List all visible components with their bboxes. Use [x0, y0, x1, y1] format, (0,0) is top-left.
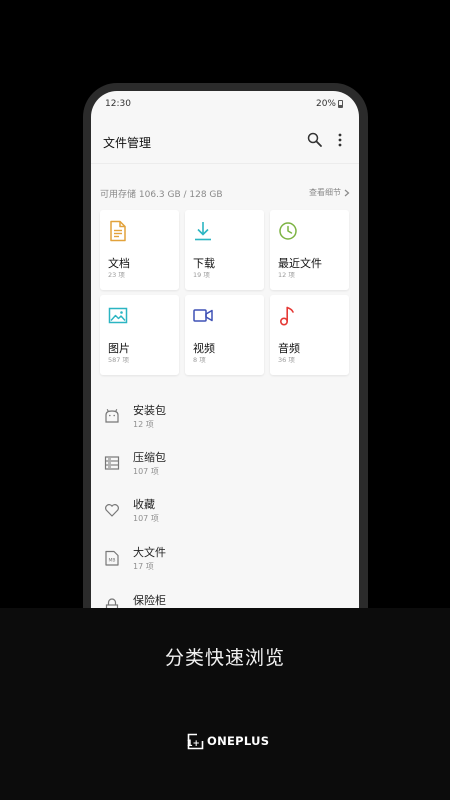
category-card-videos[interactable]: 视频 8 项 — [185, 295, 264, 375]
chevron-right-icon — [344, 189, 350, 196]
music-note-icon — [279, 306, 294, 326]
list-item-favorites[interactable]: 收藏 107 项 — [91, 491, 359, 535]
category-card-recent[interactable]: 最近文件 12 项 — [270, 210, 349, 290]
brand-name: ONEPLUS — [207, 734, 270, 748]
promo-tagline: 分类快速浏览 — [164, 647, 285, 669]
page-title: 文件管理 — [103, 136, 152, 150]
storage-details-label: 查看细节 — [309, 188, 341, 197]
status-battery: 20% — [316, 99, 343, 109]
status-bar: 12:30 20% — [91, 91, 359, 117]
category-card-documents[interactable]: 文档 23 项 — [100, 210, 179, 290]
large-file-badge: MB — [109, 558, 116, 564]
category-card-images[interactable]: 图片 587 项 — [100, 295, 179, 375]
document-icon — [110, 220, 126, 242]
list-item-label: 大文件 — [133, 546, 166, 559]
logo-mark: 1+ — [187, 739, 200, 749]
oneplus-logo-icon: 1+ — [187, 733, 204, 749]
battery-percent: 20% — [315, 99, 336, 109]
oneplus-brand: 1+ ONEPLUS — [187, 731, 269, 751]
list-item-archives[interactable]: 压缩包 107 项 — [91, 444, 359, 488]
archive-icon — [104, 456, 120, 470]
large-file-icon: MB — [105, 550, 119, 566]
file-manager-screen: 12:30 20% 文件管理 可用存储 106.3 GB / 128 GB 查看… — [91, 91, 359, 611]
video-icon — [193, 309, 213, 322]
list-item-label: 安装包 — [133, 404, 166, 417]
storage-summary: 可用存储 106.3 GB / 128 GB 查看细节 — [100, 187, 350, 201]
clock-icon — [279, 222, 297, 240]
search-icon[interactable] — [306, 131, 324, 149]
list-item-count: 12 项 — [133, 420, 154, 429]
heart-icon — [105, 504, 119, 517]
category-count: 19 项 — [193, 271, 210, 279]
list-item-label: 保险柜 — [133, 594, 166, 607]
list-item-count: 107 项 — [133, 467, 159, 476]
list-item-apks[interactable]: 安装包 12 项 — [91, 397, 359, 441]
category-count: 587 项 — [108, 356, 129, 364]
download-icon — [195, 222, 211, 241]
promo-panel — [0, 608, 450, 800]
battery-icon — [338, 100, 343, 108]
list-item-count: 17 项 — [133, 562, 154, 571]
app-header: 文件管理 — [91, 121, 359, 161]
image-icon — [108, 307, 128, 324]
category-count: 12 项 — [278, 271, 295, 279]
storage-details-link[interactable]: 查看细节 — [309, 187, 350, 198]
list-item-count: 107 项 — [133, 514, 159, 523]
status-time: 12:30 — [105, 99, 131, 109]
category-card-downloads[interactable]: 下载 19 项 — [185, 210, 264, 290]
category-count: 8 项 — [193, 356, 206, 364]
category-card-audio[interactable]: 音频 36 项 — [270, 295, 349, 375]
android-icon — [105, 408, 119, 423]
storage-text: 可用存储 106.3 GB / 128 GB — [100, 190, 223, 200]
header-divider — [91, 163, 359, 164]
category-count: 23 项 — [108, 271, 125, 279]
list-item-label: 收藏 — [133, 498, 155, 511]
more-options-icon[interactable] — [331, 131, 349, 149]
list-item-label: 压缩包 — [133, 451, 166, 464]
list-item-large-files[interactable]: MB 大文件 17 项 — [91, 539, 359, 583]
category-count: 36 项 — [278, 356, 295, 364]
